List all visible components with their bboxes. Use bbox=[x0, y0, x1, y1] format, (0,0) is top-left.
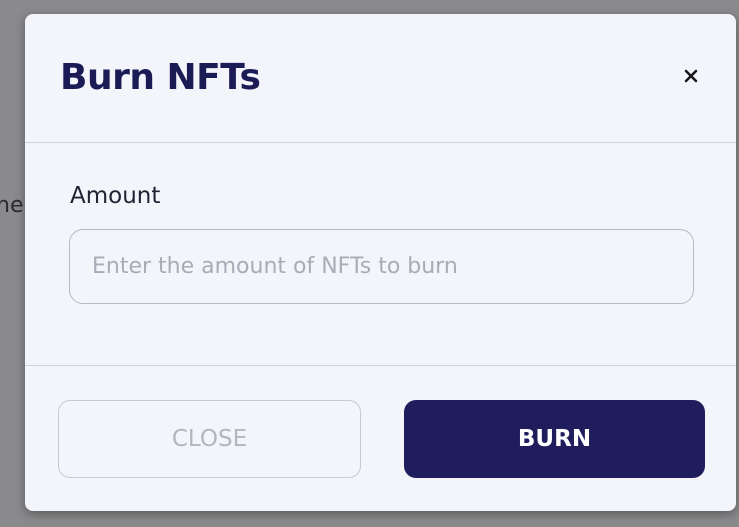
close-icon bbox=[683, 68, 699, 87]
amount-input[interactable] bbox=[69, 229, 694, 304]
modal-title: Burn NFTs bbox=[60, 57, 261, 98]
backdrop-partial-text: ne bbox=[0, 193, 24, 218]
burn-button[interactable]: BURN bbox=[404, 400, 705, 478]
modal-body: Amount bbox=[25, 143, 736, 366]
modal-header: Burn NFTs bbox=[25, 14, 736, 143]
amount-label: Amount bbox=[70, 183, 161, 209]
close-button[interactable]: CLOSE bbox=[58, 400, 361, 478]
burn-nfts-modal: Burn NFTs Amount CLOSE BURN bbox=[25, 14, 736, 511]
modal-close-button[interactable] bbox=[676, 62, 706, 92]
modal-footer: CLOSE BURN bbox=[25, 366, 736, 511]
